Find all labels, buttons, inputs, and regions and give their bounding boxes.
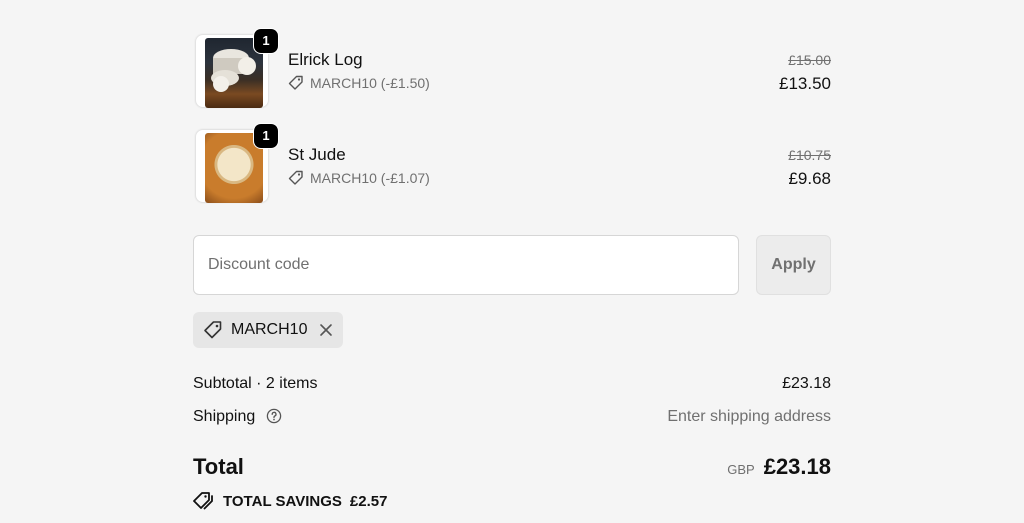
line-discount: MARCH10 (-£1.07) xyxy=(288,170,430,186)
product-title: St Jude xyxy=(288,145,346,164)
original-price: £15.00 xyxy=(788,52,831,68)
order-summary: 1 Elrick Log MARCH10 (-£1.50) £15.00 £13… xyxy=(193,0,831,523)
shipping-label: Shipping xyxy=(193,408,256,425)
currency-code: GBP xyxy=(727,462,755,477)
line-discount-text: MARCH10 (-£1.07) xyxy=(310,170,430,186)
tag-icon xyxy=(288,170,303,185)
savings-value: £2.57 xyxy=(349,492,388,510)
line-discount: MARCH10 (-£1.50) xyxy=(288,75,430,91)
total-row: Total GBP £23.18 xyxy=(193,454,831,484)
product-title: Elrick Log xyxy=(288,50,363,69)
total-value: £23.18 xyxy=(763,454,831,479)
quantity-badge: 1 xyxy=(254,29,278,53)
applied-discount-chip: MARCH10 xyxy=(193,312,344,348)
tag-icon xyxy=(204,321,222,339)
tags-icon xyxy=(193,492,213,510)
savings-label: TOTAL SAVINGS xyxy=(223,492,342,510)
line-item: 1 St Jude MARCH10 (-£1.07) £10.75 £9.68 xyxy=(193,124,831,207)
line-discount-text: MARCH10 (-£1.50) xyxy=(310,75,430,91)
shipping-row: Shipping Enter shipping address xyxy=(193,408,831,426)
subtotal-label: Subtotal · 2 items xyxy=(193,375,318,392)
product-thumbnail: 1 xyxy=(195,29,278,108)
close-icon[interactable] xyxy=(319,323,333,337)
total-label: Total xyxy=(193,454,244,479)
discounted-price: £13.50 xyxy=(779,74,831,93)
total-savings: TOTAL SAVINGS £2.57 xyxy=(193,491,387,511)
discount-code-input[interactable] xyxy=(193,235,739,295)
quantity-badge: 1 xyxy=(254,124,278,148)
line-item: 1 Elrick Log MARCH10 (-£1.50) £15.00 £13… xyxy=(193,29,831,112)
subtotal-value: £23.18 xyxy=(782,375,831,392)
discounted-price: £9.68 xyxy=(788,169,831,188)
applied-discount-code: MARCH10 xyxy=(231,321,308,338)
shipping-value: Enter shipping address xyxy=(667,408,831,425)
total-amount: GBP £23.18 xyxy=(727,454,831,480)
tag-icon xyxy=(288,75,303,90)
help-icon[interactable] xyxy=(266,408,282,424)
subtotal-row: Subtotal · 2 items £23.18 xyxy=(193,375,831,393)
apply-button[interactable]: Apply xyxy=(756,235,831,295)
original-price: £10.75 xyxy=(788,147,831,163)
product-thumbnail: 1 xyxy=(195,124,278,203)
